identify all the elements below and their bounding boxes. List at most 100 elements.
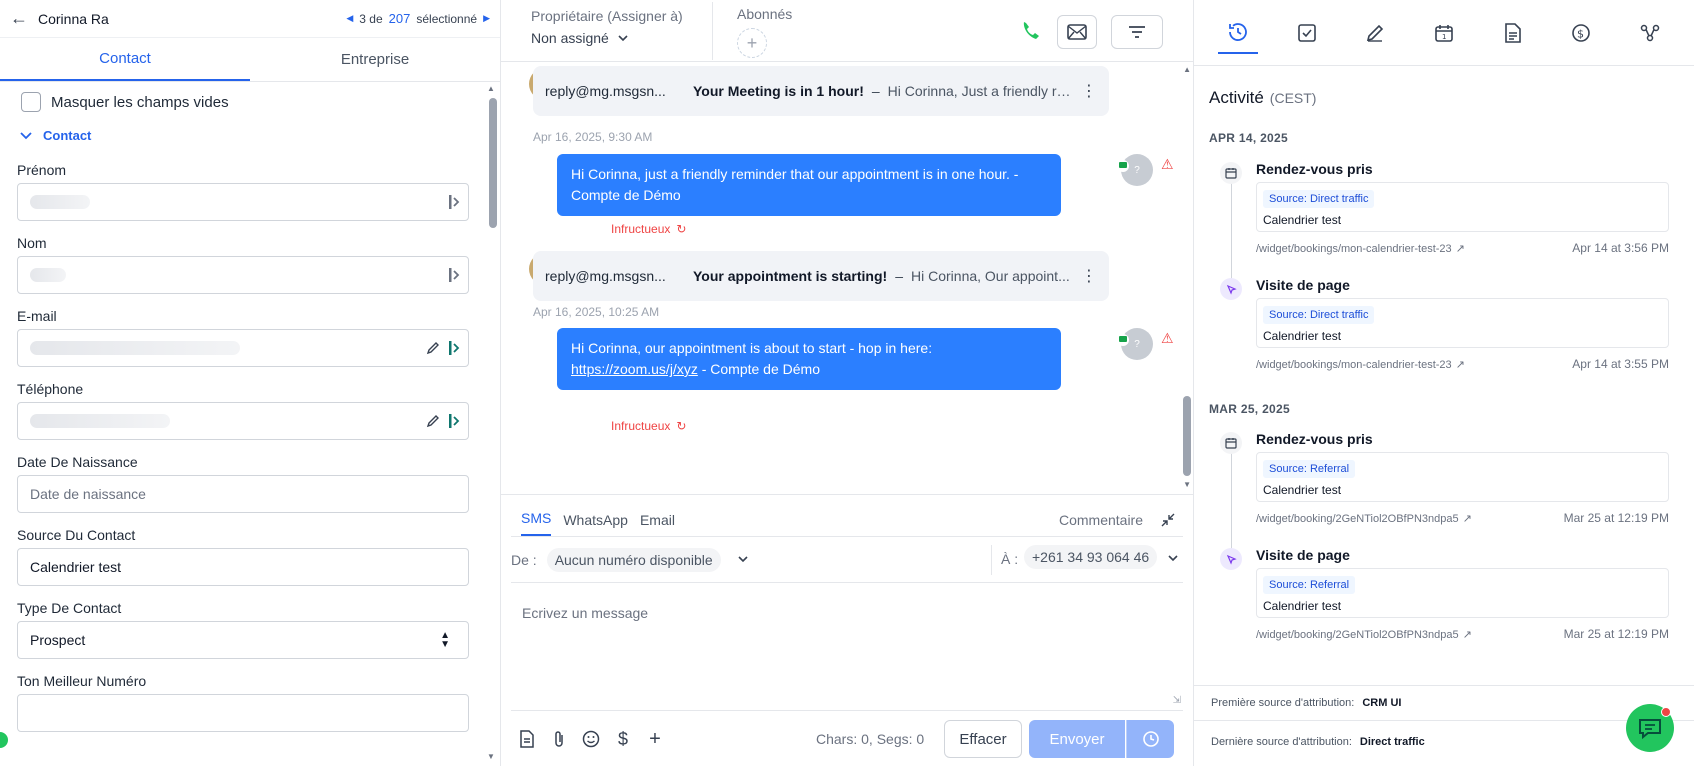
appointments-calendar-icon[interactable]: 1 — [1424, 12, 1464, 54]
calendar-icon — [1220, 162, 1242, 184]
event-url-link[interactable]: /widget/bookings/mon-calendrier-test-23 ↗ — [1256, 242, 1465, 256]
event-url: /widget/booking/2GeNTiol2OBfPN3ndpa5 — [1256, 512, 1459, 525]
merge-field-icon[interactable] — [448, 267, 460, 286]
notes-pencil-icon[interactable] — [1355, 12, 1395, 54]
timeline-line — [1231, 446, 1232, 558]
hide-empty-checkbox[interactable] — [21, 92, 41, 112]
pager-total[interactable]: 207 — [389, 11, 411, 26]
event-url-link[interactable]: /widget/booking/2GeNTiol2OBfPN3ndpa5 ↗ — [1256, 628, 1472, 642]
section-contact-header[interactable]: Contact — [19, 120, 469, 150]
event-card-title: Calendrier test — [1263, 213, 1342, 227]
back-arrow-icon[interactable]: ← — [10, 8, 38, 29]
sms-link[interactable]: https://zoom.us/j/xyz — [571, 361, 698, 377]
from-label: De : — [511, 551, 537, 568]
event-url-link[interactable]: /widget/booking/2GeNTiol2OBfPN3ndpa5 ↗ — [1256, 512, 1472, 526]
email-message[interactable]: reply@mg.msgsn... Your Meeting is in 1 h… — [533, 66, 1109, 116]
kebab-menu-icon[interactable]: ⋮ — [1081, 266, 1097, 286]
phone-call-icon[interactable] — [1019, 19, 1043, 46]
left-scrollbar-thumb[interactable] — [489, 98, 497, 228]
edit-pencil-icon[interactable] — [426, 341, 440, 358]
thread-scrollbar-thumb[interactable] — [1183, 396, 1191, 476]
prev-record-icon[interactable]: ◀ — [346, 13, 353, 24]
activity-history-icon[interactable] — [1218, 12, 1259, 54]
source-input[interactable]: Calendrier test — [17, 548, 469, 586]
chevron-down-icon[interactable] — [737, 552, 749, 568]
message-input[interactable]: Ecrivez un message ⇲ — [511, 583, 1183, 711]
merge-field-icon[interactable] — [448, 413, 460, 432]
tab-entreprise[interactable]: Entreprise — [250, 38, 500, 81]
kebab-menu-icon[interactable]: ⋮ — [1081, 81, 1097, 101]
sms-message: Hi Corinna, just a friendly reminder tha… — [557, 154, 1061, 216]
event-card[interactable]: Source: Referral Calendrier test — [1256, 452, 1669, 502]
avatar-initials: ? — [1134, 338, 1140, 350]
send-button[interactable]: Envoyer — [1029, 720, 1125, 758]
documents-icon[interactable] — [1493, 12, 1533, 54]
char-counter: Chars: 0, Segs: 0 — [816, 731, 925, 747]
scroll-up-icon[interactable]: ▲ — [1183, 65, 1191, 74]
message-timestamp: Apr 16, 2025, 9:30 AM — [533, 130, 653, 144]
last-name-input[interactable] — [17, 256, 469, 294]
best-number-label: Ton Meilleur Numéro — [17, 673, 147, 689]
filter-button[interactable] — [1111, 15, 1163, 49]
edit-pencil-icon[interactable] — [426, 414, 440, 431]
to-number-select[interactable]: +261 34 93 064 46 — [1024, 545, 1158, 569]
email-button[interactable] — [1057, 15, 1097, 49]
owner-block: Propriétaire (Assigner à) Non assigné — [501, 2, 713, 60]
event-url: /widget/booking/2GeNTiol2OBfPN3ndpa5 — [1256, 628, 1459, 641]
add-icon[interactable]: + — [639, 728, 671, 751]
chat-bubble-icon — [1639, 719, 1661, 740]
event-time: Apr 14 at 3:56 PM — [1572, 241, 1669, 255]
retry-icon[interactable]: ↻ — [676, 222, 686, 236]
payments-dollar-icon[interactable]: $ — [1561, 12, 1601, 54]
email-input[interactable] — [17, 329, 469, 367]
hide-empty-toggle[interactable]: Masquer les champs vides — [21, 84, 469, 120]
tab-whatsapp[interactable]: WhatsApp — [563, 512, 628, 536]
chat-support-button[interactable] — [1626, 704, 1674, 752]
email-message[interactable]: reply@mg.msgsn... Your appointment is st… — [533, 251, 1109, 301]
tab-sms[interactable]: SMS — [521, 510, 552, 536]
event-card[interactable]: Source: Direct traffic Calendrier test — [1256, 182, 1669, 232]
collapse-icon[interactable] — [1161, 513, 1175, 530]
tasks-icon[interactable] — [1287, 12, 1327, 54]
send-status[interactable]: Infructueux ↻ — [611, 419, 686, 433]
retry-icon[interactable]: ↻ — [676, 419, 686, 433]
from-number-select[interactable]: Aucun numéro disponible — [546, 547, 721, 572]
birthdate-input[interactable]: Date de naissance — [17, 475, 469, 513]
send-status[interactable]: Infructueux ↻ — [611, 222, 686, 236]
merge-field-icon[interactable] — [448, 340, 460, 359]
phone-input[interactable] — [17, 402, 469, 440]
event-card[interactable]: Source: Direct traffic Calendrier test — [1256, 298, 1669, 348]
warning-icon: ⚠ — [1161, 156, 1174, 172]
first-name-input[interactable] — [17, 183, 469, 221]
email-subject: Your appointment is starting! — [693, 268, 888, 284]
scroll-down-icon[interactable]: ▼ — [1183, 480, 1191, 489]
payment-dollar-icon[interactable]: $ — [607, 729, 639, 750]
contact-type-select[interactable]: Prospect ▲ ▼ — [17, 621, 469, 659]
field-email: E-mail — [17, 308, 469, 367]
emoji-icon[interactable] — [575, 730, 607, 748]
workflow-icon[interactable] — [1630, 12, 1670, 54]
merge-field-icon[interactable] — [448, 194, 460, 213]
tab-email[interactable]: Email — [640, 512, 675, 536]
attachment-icon[interactable] — [543, 730, 575, 748]
clock-icon — [1142, 731, 1159, 747]
next-record-icon[interactable]: ▶ — [483, 13, 490, 24]
best-number-input[interactable] — [17, 694, 469, 732]
tab-comment[interactable]: Commentaire — [1059, 512, 1143, 528]
event-url-link[interactable]: /widget/bookings/mon-calendrier-test-23 ↗ — [1256, 358, 1465, 372]
chevron-down-icon — [20, 132, 32, 140]
schedule-button[interactable] — [1126, 720, 1174, 758]
event-card[interactable]: Source: Referral Calendrier test — [1256, 568, 1669, 618]
owner-select[interactable]: Non assigné — [531, 30, 712, 46]
scroll-up-icon[interactable]: ▲ — [487, 84, 495, 93]
chevron-down-icon[interactable] — [1167, 551, 1179, 567]
tab-contact[interactable]: Contact — [0, 38, 250, 81]
scroll-down-icon[interactable]: ▼ — [487, 752, 495, 761]
add-subscriber-button[interactable]: + — [737, 28, 767, 58]
resize-handle-icon[interactable]: ⇲ — [1173, 695, 1181, 706]
svg-text:1: 1 — [1442, 33, 1446, 41]
external-link-icon: ↗ — [1462, 629, 1472, 641]
activity-toolbar: 1 $ — [1194, 0, 1694, 66]
template-icon[interactable] — [511, 730, 543, 748]
clear-button[interactable]: Effacer — [944, 720, 1022, 758]
